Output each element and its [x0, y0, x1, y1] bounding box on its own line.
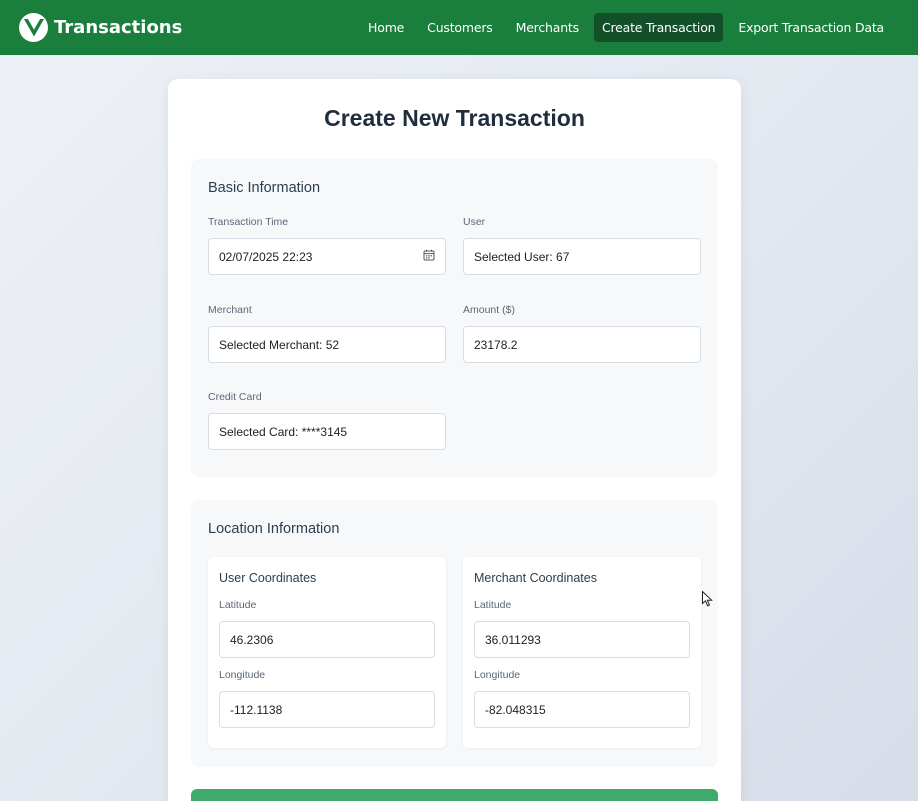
input-value: Selected User: 67: [474, 249, 570, 264]
subcard-title: User Coordinates: [219, 571, 317, 585]
input-value: Selected Card: ****3145: [219, 424, 348, 439]
nav-link-merchants[interactable]: Merchants: [508, 13, 587, 42]
field-label: User: [463, 216, 486, 228]
merchant-longitude-field: Longitude -82.048315: [474, 669, 690, 728]
field-label: Longitude: [474, 669, 521, 681]
amount-input[interactable]: 23178.2: [463, 326, 701, 363]
top-navbar: Transactions Home Customers Merchants Cr…: [0, 0, 918, 55]
user-coordinates-card: User Coordinates Latitude 46.2306 Longit…: [208, 557, 446, 748]
mouse-cursor-icon: [702, 590, 713, 612]
input-value: 36.011293: [485, 632, 541, 647]
section-title: Location Information: [208, 521, 340, 537]
credit-card-input[interactable]: Selected Card: ****3145: [208, 413, 446, 450]
nav-links: Home Customers Merchants Create Transact…: [353, 13, 892, 42]
credit-card-field: Credit Card Selected Card: ****3145: [208, 391, 446, 450]
transaction-time-input[interactable]: 02/07/2025 22:23: [208, 238, 446, 275]
location-information-section: Location Information User Coordinates La…: [191, 500, 718, 767]
nav-link-create-transaction[interactable]: Create Transaction: [593, 13, 724, 42]
user-field: User Selected User: 67: [463, 216, 701, 275]
merchant-latitude-input[interactable]: 36.011293: [474, 621, 690, 658]
input-value: -112.1138: [230, 702, 283, 717]
field-label: Merchant: [208, 304, 252, 316]
user-input[interactable]: Selected User: 67: [463, 238, 701, 275]
brand-title: Transactions: [54, 17, 183, 38]
basic-information-section: Basic Information Transaction Time 02/07…: [191, 159, 718, 477]
merchant-longitude-input[interactable]: -82.048315: [474, 691, 690, 728]
input-value: -82.048315: [485, 702, 546, 717]
nav-link-customers[interactable]: Customers: [419, 13, 500, 42]
user-longitude-input[interactable]: -112.1138: [219, 691, 435, 728]
input-value: Selected Merchant: 52: [219, 337, 340, 352]
nav-link-home[interactable]: Home: [360, 13, 412, 42]
field-label: Credit Card: [208, 391, 262, 403]
create-transaction-card: Create New Transaction Basic Information…: [168, 79, 741, 801]
page-title: Create New Transaction: [324, 105, 585, 131]
field-label: Amount ($): [463, 304, 515, 316]
merchant-coordinates-card: Merchant Coordinates Latitude 36.011293 …: [463, 557, 701, 748]
create-transaction-submit-button[interactable]: [191, 789, 718, 801]
nav-link-export-transaction-data[interactable]: Export Transaction Data: [730, 13, 892, 42]
calendar-icon[interactable]: [423, 249, 435, 264]
amount-field: Amount ($) 23178.2: [463, 304, 701, 363]
section-title: Basic Information: [208, 180, 321, 196]
merchant-field: Merchant Selected Merchant: 52: [208, 304, 446, 363]
input-value: 23178.2: [474, 337, 518, 352]
field-label: Longitude: [219, 669, 266, 681]
merchant-input[interactable]: Selected Merchant: 52: [208, 326, 446, 363]
user-latitude-input[interactable]: 46.2306: [219, 621, 435, 658]
field-label: Transaction Time: [208, 216, 289, 228]
input-value: 02/07/2025 22:23: [219, 249, 313, 264]
field-label: Latitude: [219, 599, 257, 611]
field-label: Latitude: [474, 599, 512, 611]
user-longitude-field: Longitude -112.1138: [219, 669, 435, 728]
transaction-time-field: Transaction Time 02/07/2025 22:23: [208, 216, 446, 275]
subcard-title: Merchant Coordinates: [474, 571, 597, 585]
input-value: 46.2306: [230, 632, 274, 647]
merchant-latitude-field: Latitude 36.011293: [474, 599, 690, 658]
user-latitude-field: Latitude 46.2306: [219, 599, 435, 658]
vue-logo-icon: [19, 13, 48, 42]
brand[interactable]: Transactions: [19, 13, 182, 42]
